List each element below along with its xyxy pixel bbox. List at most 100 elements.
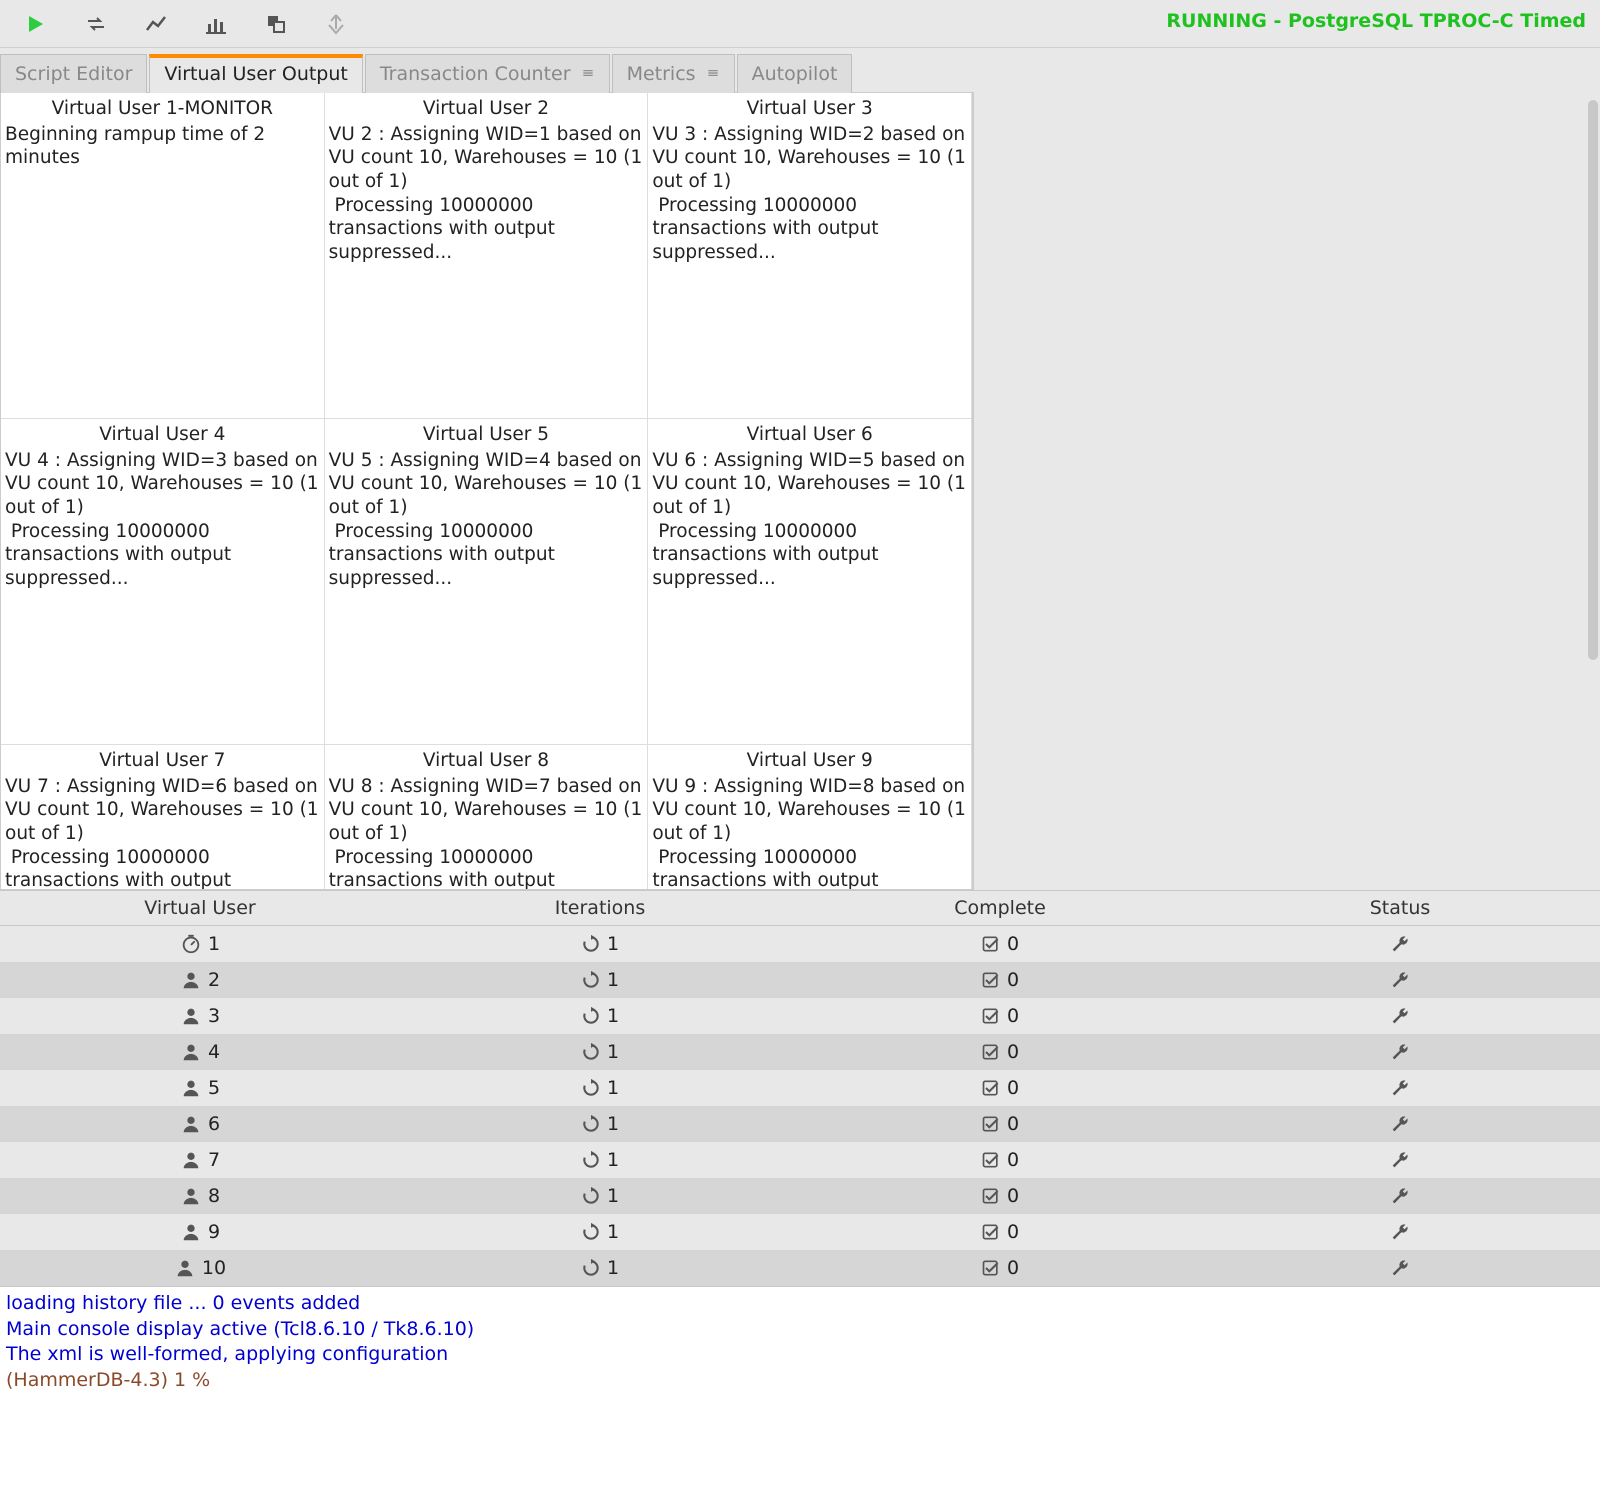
- iter-value: 1: [607, 1077, 619, 1099]
- check-icon: [981, 1222, 1001, 1242]
- cell-iterations: 1: [400, 1005, 800, 1027]
- cycle-icon: [581, 1186, 601, 1206]
- upload-button[interactable]: [306, 4, 366, 44]
- cell-vu: 5: [0, 1077, 400, 1099]
- user-icon: [174, 1257, 196, 1279]
- check-icon: [981, 1006, 1001, 1026]
- vu-panel-text: VU 3 : Assigning WID=2 based on VU count…: [652, 123, 967, 265]
- tab-label: Virtual User Output: [164, 63, 347, 85]
- vu-panel-text: VU 4 : Assigning WID=3 based on VU count…: [5, 449, 320, 591]
- user-icon: [180, 1113, 202, 1135]
- cycle-icon: [581, 1150, 601, 1170]
- cell-vu: 2: [0, 969, 400, 991]
- vu-number: 5: [208, 1077, 220, 1099]
- tab-script-editor[interactable]: Script Editor: [0, 54, 147, 93]
- wrench-icon: [1389, 1041, 1411, 1063]
- complete-value: 0: [1007, 933, 1019, 955]
- console-prompt: (HammerDB-4.3) 1 %: [6, 1368, 1594, 1394]
- cell-status: [1200, 1257, 1600, 1279]
- iter-value: 1: [607, 1041, 619, 1063]
- vu-panel-text: VU 2 : Assigning WID=1 based on VU count…: [329, 123, 644, 265]
- vu-number: 3: [208, 1005, 220, 1027]
- vu-output-panel: Virtual User 6VU 6 : Assigning WID=5 bas…: [648, 419, 972, 745]
- complete-value: 0: [1007, 1005, 1019, 1027]
- col-vu: Virtual User: [0, 897, 400, 919]
- cell-status: [1200, 1149, 1600, 1171]
- run-button[interactable]: [6, 4, 66, 44]
- wrench-icon: [1389, 1005, 1411, 1027]
- console-line: The xml is well-formed, applying configu…: [6, 1342, 1594, 1368]
- cell-iterations: 1: [400, 1185, 800, 1207]
- cell-iterations: 1: [400, 1149, 800, 1171]
- linechart-button[interactable]: [126, 4, 186, 44]
- cycle-button[interactable]: [66, 4, 126, 44]
- cycle-icon: [581, 934, 601, 954]
- cycle-icon: [581, 970, 601, 990]
- check-icon: [981, 1042, 1001, 1062]
- cell-complete: 0: [800, 1005, 1200, 1027]
- console[interactable]: loading history file ... 0 events added …: [0, 1286, 1600, 1497]
- complete-value: 0: [1007, 1113, 1019, 1135]
- cell-iterations: 1: [400, 1221, 800, 1243]
- vu-number: 4: [208, 1041, 220, 1063]
- vu-panel-title: Virtual User 4: [5, 421, 320, 449]
- user-icon: [180, 1005, 202, 1027]
- table-row: 410: [0, 1034, 1600, 1070]
- vu-output-panel: Virtual User 9VU 9 : Assigning WID=8 bas…: [648, 745, 972, 890]
- console-line: Main console display active (Tcl8.6.10 /…: [6, 1317, 1594, 1343]
- vu-table: Virtual User Iterations Complete Status …: [0, 890, 1600, 1286]
- tab-vu-output[interactable]: Virtual User Output: [149, 54, 362, 93]
- vu-panel-text: VU 5 : Assigning WID=4 based on VU count…: [329, 449, 644, 591]
- cell-vu: 3: [0, 1005, 400, 1027]
- cell-complete: 0: [800, 1221, 1200, 1243]
- cell-vu: 1: [0, 933, 400, 955]
- vu-output-panel: Virtual User 4VU 4 : Assigning WID=3 bas…: [1, 419, 325, 745]
- vu-panel-text: VU 7 : Assigning WID=6 based on VU count…: [5, 775, 320, 890]
- barchart-button[interactable]: [186, 4, 246, 44]
- cards-button[interactable]: [246, 4, 306, 44]
- user-icon: [180, 1149, 202, 1171]
- output-blank-panel: [973, 92, 1600, 890]
- table-row: 11 0: [0, 926, 1600, 962]
- tab-transaction-counter[interactable]: Transaction Counter: [365, 54, 610, 94]
- iter-value: 1: [607, 1005, 619, 1027]
- cell-vu: 10: [0, 1257, 400, 1279]
- iter-value: 1: [607, 1257, 619, 1279]
- complete-value: 0: [1007, 1257, 1019, 1279]
- table-row: 610: [0, 1106, 1600, 1142]
- tab-label: Autopilot: [752, 63, 838, 85]
- cell-complete: 0: [800, 1077, 1200, 1099]
- console-line: loading history file ... 0 events added: [6, 1291, 1594, 1317]
- cell-status: [1200, 969, 1600, 991]
- cell-status: [1200, 933, 1600, 955]
- check-icon: [981, 1078, 1001, 1098]
- vu-panel-text: VU 6 : Assigning WID=5 based on VU count…: [652, 449, 967, 591]
- iter-value: 1: [607, 1149, 619, 1171]
- timer-icon: [180, 933, 202, 955]
- status-text: RUNNING - PostgreSQL TPROC-C Timed: [1166, 10, 1586, 32]
- wrench-icon: [1389, 933, 1411, 955]
- vu-panel-text: VU 9 : Assigning WID=8 based on VU count…: [652, 775, 967, 890]
- cell-iterations: 1: [400, 933, 800, 955]
- vu-output-panel: Virtual User 5VU 5 : Assigning WID=4 bas…: [325, 419, 649, 745]
- table-row: 3 1 0: [0, 998, 1600, 1034]
- vu-number: 7: [208, 1149, 220, 1171]
- cell-status: [1200, 1041, 1600, 1063]
- table-row: 810: [0, 1178, 1600, 1214]
- cell-status: [1200, 1221, 1600, 1243]
- tab-metrics[interactable]: Metrics: [612, 54, 735, 94]
- output-area: Virtual User 1-MONITORBeginning rampup t…: [0, 92, 1600, 890]
- user-icon: [180, 1221, 202, 1243]
- cell-vu: 9: [0, 1221, 400, 1243]
- vu-output-grid: Virtual User 1-MONITORBeginning rampup t…: [0, 92, 973, 890]
- user-icon: [180, 1185, 202, 1207]
- cell-complete: 0: [800, 1185, 1200, 1207]
- complete-value: 0: [1007, 1149, 1019, 1171]
- vu-number: 10: [202, 1257, 226, 1279]
- cell-vu: 4: [0, 1041, 400, 1063]
- scrollbar[interactable]: [1588, 100, 1598, 660]
- cycle-icon: [581, 1222, 601, 1242]
- vu-panel-text: VU 8 : Assigning WID=7 based on VU count…: [329, 775, 644, 890]
- vu-number: 9: [208, 1221, 220, 1243]
- tab-autopilot[interactable]: Autopilot: [737, 54, 853, 93]
